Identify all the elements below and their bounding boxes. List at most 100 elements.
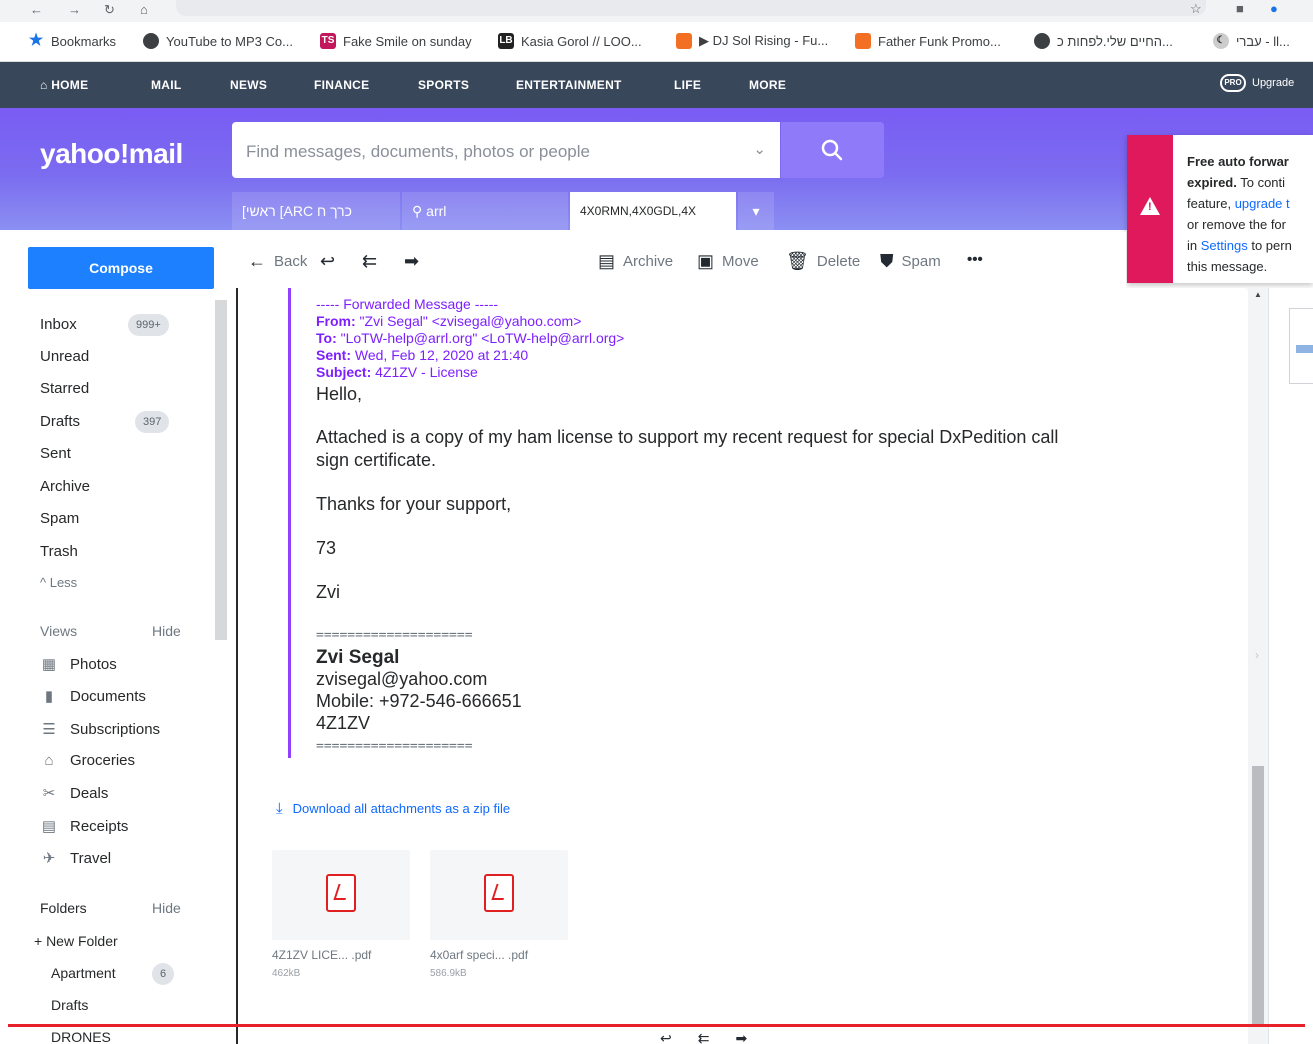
view-receipts[interactable]: ▤ Receipts (40, 817, 128, 836)
folder-drafts[interactable]: Drafts (51, 997, 88, 1013)
sidebar-item-inbox[interactable]: Inbox (40, 316, 77, 333)
tab-arrl[interactable]: ⚲ arrl (402, 192, 568, 230)
reply-all-icon: ⇇ (697, 1030, 736, 1044)
pro-badge-icon: PRO (1220, 74, 1246, 92)
bookmark-item[interactable]: ★ Bookmarks (28, 33, 116, 49)
forward-button[interactable]: ➡ (404, 251, 427, 272)
nav-home[interactable]: ⌂ HOME (40, 78, 88, 92)
message-toolbar: ← Back ↩ ⇇ ➡ ▤ Archive ▣ Move 🗑 Delete ⛊ Spam… (236, 232, 1126, 288)
folders-hide-toggle[interactable]: Hide (152, 900, 181, 916)
back-arrow-icon: ← (248, 251, 266, 271)
more-actions-button[interactable]: ••• (967, 251, 983, 268)
spam-button[interactable]: ⛊ Spam (880, 251, 941, 272)
side-panel-preview[interactable] (1289, 308, 1313, 384)
message-scrollbar[interactable]: ▲ (1248, 288, 1268, 1044)
nav-sports[interactable]: SPORTS (418, 78, 469, 92)
home-icon[interactable]: ⌂ (140, 2, 148, 17)
bookmark-item[interactable]: ▶ DJ Sol Rising - Fu... (676, 33, 828, 49)
quote-bar (288, 288, 291, 758)
nav-mail[interactable]: MAIL (151, 78, 182, 92)
mail-header: yahoo!mail Find messages, documents, pho… (0, 108, 1313, 230)
to-line: To: "LoTW-help@arrl.org" <LoTW-help@arrl… (316, 330, 625, 346)
folder-drones[interactable]: DRONES (51, 1029, 111, 1044)
view-subscriptions[interactable]: ☰ Subscriptions (40, 720, 160, 739)
shield-icon: ⛊ (880, 251, 894, 271)
sidebar-item-archive[interactable]: Archive (40, 478, 90, 495)
sidebar-item-trash[interactable]: Trash (40, 543, 78, 560)
nav-life[interactable]: LIFE (674, 78, 701, 92)
nav-more[interactable]: MORE (749, 78, 786, 92)
sidebar-item-starred[interactable]: Starred (40, 380, 89, 397)
bookmark-item[interactable]: TS Fake Smile on sunday (320, 33, 472, 49)
extension-icon[interactable]: ■ (1236, 1, 1244, 16)
reply-button[interactable]: ↩ (320, 251, 343, 272)
yahoo-mail-logo[interactable]: yahoo!mail (40, 138, 183, 170)
from-line: From: "Zvi Segal" <zvisegal@yahoo.com> (316, 313, 582, 329)
thanks-text: Thanks for your support, (316, 494, 512, 514)
download-all-link[interactable]: ⤓ Download all attachments as a zip file (276, 800, 510, 817)
bookmark-item[interactable]: Father Funk Promo... (855, 33, 1001, 49)
bookmark-item[interactable]: YouTube to MP3 Co... (143, 33, 293, 49)
nav-entertainment[interactable]: ENTERTAINMENT (516, 78, 622, 92)
sidebar-item-sent[interactable]: Sent (40, 445, 71, 462)
delete-button[interactable]: 🗑 Delete (786, 251, 860, 272)
sidebar-item-spam[interactable]: Spam (40, 510, 79, 527)
folder-apartment[interactable]: Apartment (51, 965, 116, 981)
chevron-right-icon[interactable]: › (1255, 648, 1259, 662)
reply-icon: ↩ (320, 251, 336, 271)
view-groceries[interactable]: ⌂ Groceries (40, 752, 135, 769)
download-icon: ⤓ (276, 800, 283, 817)
tab-hebrew-search[interactable]: כרך ח ARC] ראשי] (232, 192, 400, 230)
forward-arrow-icon[interactable]: → (68, 2, 81, 17)
bookmark-item[interactable]: החיים שלי.לפחות כ... (1034, 33, 1173, 49)
signature-email: zvisegal@yahoo.com (316, 669, 488, 689)
search-button[interactable] (781, 122, 884, 178)
attachment-card[interactable] (430, 850, 568, 940)
nav-finance[interactable]: FINANCE (314, 78, 369, 92)
tab-active-message[interactable]: 4X0RMN,4X0GDL,4X (570, 192, 736, 230)
pdf-icon (484, 874, 514, 912)
archive-button[interactable]: ▤ Archive (598, 251, 673, 272)
sidebar-item-drafts[interactable]: Drafts (40, 413, 80, 430)
tabs-overflow-button[interactable]: ▾ (738, 192, 774, 230)
sidebar-item-unread[interactable]: Unread (40, 348, 89, 365)
search-input[interactable]: Find messages, documents, photos or peop… (232, 122, 780, 178)
address-bar[interactable] (176, 0, 1206, 16)
view-deals[interactable]: ✂ Deals (40, 784, 109, 803)
new-folder-button[interactable]: + New Folder (34, 933, 118, 949)
less-toggle[interactable]: ^ Less (40, 575, 77, 590)
attachment-card[interactable] (272, 850, 410, 940)
chevron-down-icon[interactable]: ⌄ (753, 140, 766, 158)
bookmark-item[interactable]: ☾ עברי - ll... (1213, 33, 1290, 49)
bookmark-item[interactable]: LB Kasia Gorol // LOO... (498, 33, 642, 49)
lb-icon: LB (498, 33, 514, 49)
move-button[interactable]: ▣ Move (697, 251, 759, 272)
view-documents[interactable]: ▮ Documents (40, 687, 146, 706)
compose-button[interactable]: Compose (28, 247, 214, 289)
profile-icon[interactable]: ● (1270, 1, 1278, 16)
basket-icon: ⌂ (44, 752, 54, 769)
back-arrow-icon[interactable]: ← (30, 2, 43, 17)
view-photos[interactable]: ▦ Photos (40, 655, 117, 674)
scroll-up-icon[interactable]: ▲ (1254, 290, 1262, 299)
moon-icon: ☾ (1213, 33, 1229, 49)
signoff-name: Zvi (316, 582, 340, 602)
star-icon: ★ (28, 32, 44, 49)
upgrade-link[interactable]: upgrade t (1235, 196, 1290, 211)
browser-url-strip: ← → ↻ ⌂ ☆ ■ ● (0, 0, 1313, 22)
ts-icon: TS (320, 33, 336, 49)
view-travel[interactable]: ✈ Travel (40, 849, 111, 868)
reload-icon[interactable]: ↻ (104, 2, 115, 18)
scrollbar-thumb[interactable] (1252, 766, 1264, 1026)
reply-all-button[interactable]: ⇇ (362, 251, 385, 272)
sidebar-scrollbar[interactable] (215, 300, 227, 640)
search-icon: ⚲ (412, 203, 427, 219)
bookmark-star-icon[interactable]: ☆ (1190, 1, 1202, 17)
back-button[interactable]: ← Back (248, 251, 307, 272)
upgrade-link[interactable]: PRO Upgrade (1220, 74, 1294, 92)
views-hide-toggle[interactable]: Hide (152, 623, 181, 639)
plane-icon: ✈ (42, 850, 56, 867)
nav-news[interactable]: NEWS (230, 78, 267, 92)
settings-link[interactable]: Settings (1201, 238, 1248, 253)
search-icon (821, 139, 843, 161)
